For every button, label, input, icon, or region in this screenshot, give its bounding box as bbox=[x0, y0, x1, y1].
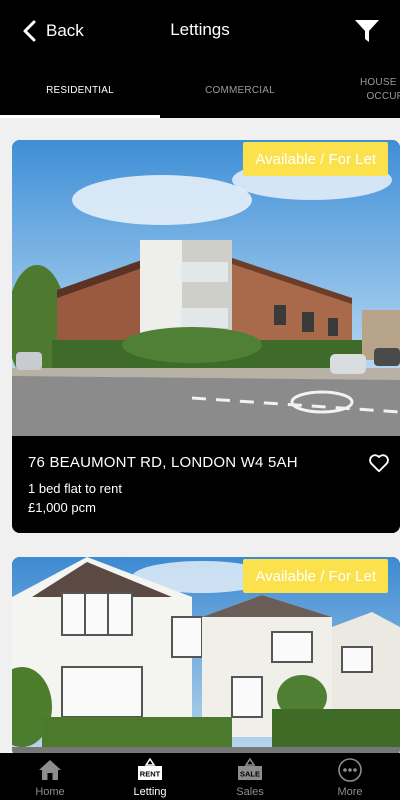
availability-badge: Available / For Let bbox=[243, 559, 388, 593]
category-tabs: RESIDENTIAL COMMERCIAL HOUSE IN OCCUP bbox=[0, 62, 400, 118]
more-icon bbox=[337, 758, 363, 782]
filter-icon[interactable] bbox=[354, 18, 380, 44]
rent-sign-icon: RENT bbox=[137, 758, 163, 782]
nav-letting[interactable]: RENT Letting bbox=[100, 753, 200, 800]
listing-info: 76 BEAUMONT RD, LONDON W4 5AH 1 bed flat… bbox=[12, 436, 400, 533]
rent-sign-text: RENT bbox=[140, 770, 161, 779]
page-title: Lettings bbox=[170, 20, 230, 39]
modern-flats-building-photo bbox=[12, 140, 400, 436]
listing-description: 1 bed flat to rent bbox=[28, 481, 122, 496]
nav-home[interactable]: Home bbox=[0, 753, 100, 800]
home-icon bbox=[37, 758, 63, 782]
availability-badge: Available / For Let bbox=[243, 142, 388, 176]
listing-card[interactable]: Available / For Let bbox=[12, 557, 400, 757]
bottom-navigation: Home RENT Letting SALE Sales More bbox=[0, 753, 400, 800]
sale-sign-icon: SALE bbox=[237, 758, 263, 782]
nav-letting-label: Letting bbox=[133, 786, 167, 798]
heart-icon[interactable] bbox=[368, 452, 390, 474]
tab-commercial[interactable]: COMMERCIAL bbox=[160, 62, 320, 118]
sale-sign-text: SALE bbox=[240, 770, 260, 779]
listing-card[interactable]: Available / For Let 76 BEAUMONT RD, LOND… bbox=[12, 140, 400, 533]
listing-price: £1,000 pcm bbox=[28, 500, 96, 515]
app-header: Back Lettings bbox=[0, 0, 400, 62]
active-tab-indicator bbox=[0, 115, 160, 118]
nav-more[interactable]: More bbox=[300, 753, 400, 800]
nav-sales[interactable]: SALE Sales bbox=[200, 753, 300, 800]
listing-address: 76 BEAUMONT RD, LONDON W4 5AH bbox=[28, 454, 298, 471]
nav-more-label: More bbox=[337, 786, 363, 798]
nav-sales-label: Sales bbox=[236, 786, 264, 798]
nav-home-label: Home bbox=[35, 786, 65, 798]
tab-residential[interactable]: RESIDENTIAL bbox=[0, 62, 160, 118]
tab-house-in-occupation[interactable]: HOUSE IN OCCUP bbox=[320, 62, 400, 118]
